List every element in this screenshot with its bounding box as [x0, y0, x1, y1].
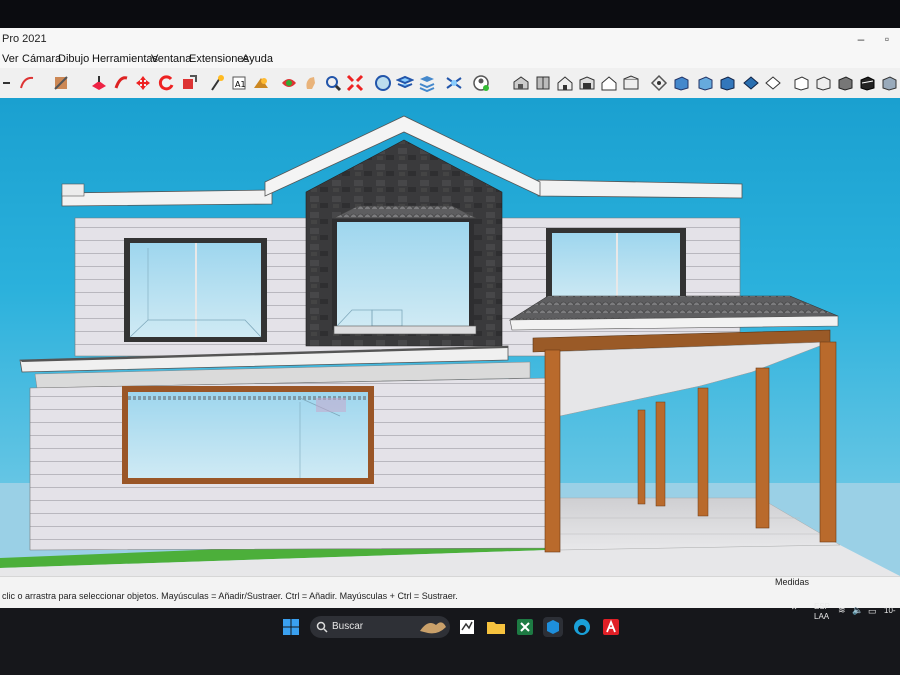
windows-start-icon[interactable] — [280, 616, 302, 638]
language-code[interactable]: ESP — [814, 602, 830, 611]
user-icon[interactable] — [472, 74, 490, 92]
shaded-icon[interactable] — [718, 74, 736, 92]
taskbar-search[interactable]: Buscar — [310, 616, 450, 638]
top-view-icon[interactable] — [534, 74, 552, 92]
edge-style-icon[interactable] — [814, 74, 832, 92]
menu-extensiones[interactable]: Extensiones — [189, 53, 249, 65]
minimize-icon[interactable]: – — [850, 30, 872, 48]
edge-browser-icon[interactable] — [571, 616, 593, 638]
battery-icon[interactable]: ▭ — [868, 606, 877, 617]
monitor-bezel — [0, 0, 900, 28]
search-icon — [316, 621, 328, 633]
menu-ver[interactable]: Ver — [2, 53, 19, 65]
tape-measure-icon[interactable] — [180, 74, 198, 92]
zoom-icon[interactable] — [302, 74, 320, 92]
section-icon[interactable] — [374, 74, 392, 92]
menu-ayuda[interactable]: Ayuda — [242, 53, 273, 65]
sandbox-icon[interactable] — [346, 74, 364, 92]
title-bar: Pro 2021 – ▫ — [0, 28, 900, 50]
users-icon[interactable] — [445, 74, 463, 92]
restore-icon[interactable]: ▫ — [876, 30, 898, 48]
menu-camara[interactable]: Cámara — [22, 53, 61, 65]
scale-icon[interactable] — [157, 74, 175, 92]
right-view-icon[interactable] — [578, 74, 596, 92]
volume-icon[interactable]: 🔈 — [852, 605, 863, 616]
textured-icon[interactable] — [742, 74, 760, 92]
search-highlight-icon — [420, 622, 446, 634]
hidden-line-icon[interactable] — [696, 74, 714, 92]
taskbar: Buscar ⌃ ESP LAA ≋ 🔈 ▭ 10- — [0, 602, 900, 675]
monochrome-icon[interactable] — [764, 74, 782, 92]
search-label: Buscar — [332, 621, 364, 632]
chevron-up-icon[interactable]: ⌃ — [790, 606, 798, 617]
eraser-icon[interactable] — [18, 74, 36, 92]
excel-icon[interactable] — [514, 616, 536, 638]
styles-icon[interactable] — [418, 74, 436, 92]
task-view-icon[interactable] — [456, 616, 478, 638]
wifi-icon[interactable]: ≋ — [838, 605, 846, 616]
shadow-icon[interactable] — [836, 74, 854, 92]
paint-icon[interactable]: A1 — [230, 74, 248, 92]
iso-view-icon[interactable] — [512, 74, 530, 92]
language-layout[interactable]: LAA — [814, 612, 829, 621]
select-arrow-icon[interactable] — [0, 74, 18, 92]
orbit-icon[interactable] — [252, 74, 270, 92]
front-view-icon[interactable] — [556, 74, 574, 92]
clock[interactable]: 10- — [884, 606, 896, 615]
menu-bar: Ver Cámara Dibujo Herramientas Ventana E… — [0, 50, 900, 68]
paint-bucket-icon[interactable] — [52, 74, 70, 92]
back-view-icon[interactable] — [600, 74, 618, 92]
measurements-label: Medidas — [775, 577, 810, 587]
autocad-icon[interactable] — [600, 616, 622, 638]
zoom-extents-icon[interactable] — [324, 74, 342, 92]
pan-icon[interactable] — [280, 74, 298, 92]
3d-viewport[interactable] — [0, 98, 900, 576]
push-pull-icon[interactable] — [90, 74, 108, 92]
layers-icon[interactable] — [396, 74, 414, 92]
menu-herramientas[interactable]: Herramientas — [92, 53, 158, 65]
rotate-icon[interactable] — [134, 74, 152, 92]
xray-toggle-icon[interactable] — [880, 74, 898, 92]
window-title: Pro 2021 — [2, 33, 47, 45]
menu-dibujo[interactable]: Dibujo — [58, 53, 89, 65]
house-model[interactable] — [0, 98, 900, 576]
status-bar: clic o arrastra para seleccionar objetos… — [0, 576, 900, 608]
file-explorer-icon[interactable] — [485, 616, 507, 638]
text-icon[interactable] — [208, 74, 226, 92]
left-view-icon[interactable] — [622, 74, 640, 92]
toolbar: A1 — [0, 68, 900, 99]
sketchup-icon[interactable] — [542, 616, 564, 638]
application-window: Pro 2021 – ▫ Ver Cámara Dibujo Herramien… — [0, 28, 900, 608]
menu-ventana[interactable]: Ventana — [151, 53, 191, 65]
move-icon[interactable] — [112, 74, 130, 92]
face-style-icon[interactable] — [792, 74, 810, 92]
svg-text:A1: A1 — [235, 80, 246, 89]
fog-icon[interactable] — [858, 74, 876, 92]
status-hint: clic o arrastra para seleccionar objetos… — [2, 591, 458, 601]
xray-icon[interactable] — [650, 74, 668, 92]
wireframe-icon[interactable] — [672, 74, 690, 92]
